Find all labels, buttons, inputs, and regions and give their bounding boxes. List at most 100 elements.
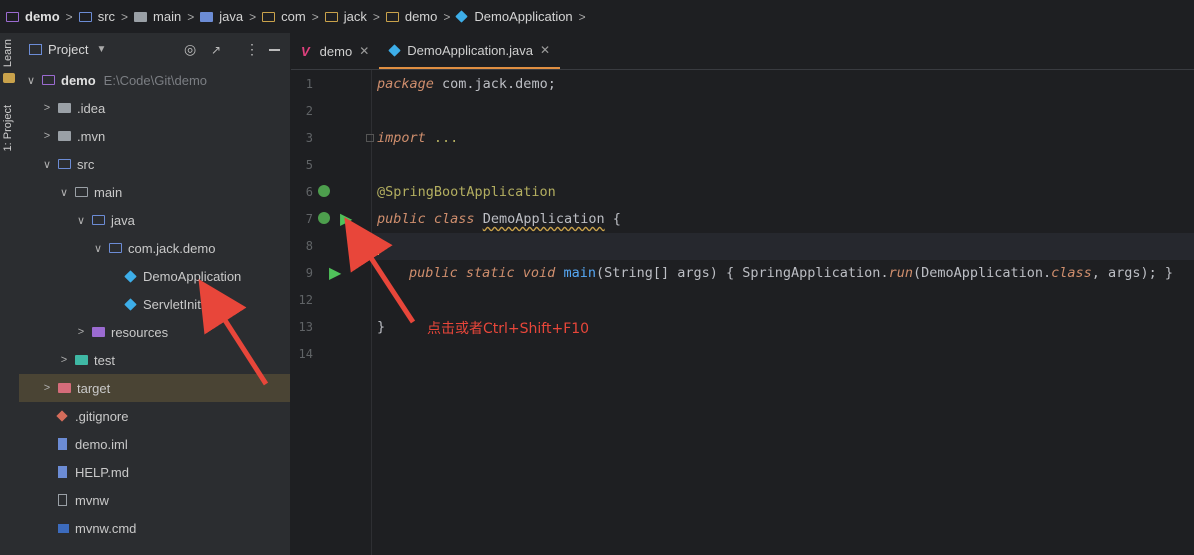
folder-icon <box>75 187 88 197</box>
tree-item-help-md[interactable]: HELP.md <box>19 458 290 486</box>
code-line-3: import ... <box>377 130 459 146</box>
breadcrumb-item-com[interactable]: com <box>262 9 306 24</box>
chevron-right-icon[interactable]: > <box>40 102 54 114</box>
tool-window-strip: Learn 1: Project <box>0 33 20 555</box>
chevron-right-icon: > <box>65 9 73 24</box>
tree-item-demo-iml[interactable]: demo.iml <box>19 430 290 458</box>
chevron-right-icon: > <box>121 9 129 24</box>
chevron-right-icon[interactable]: > <box>74 326 88 338</box>
tree-item-test[interactable]: > test <box>19 346 290 374</box>
tree-item-gitignore[interactable]: .gitignore <box>19 402 290 430</box>
chevron-down-icon[interactable]: ▼ <box>96 44 106 55</box>
editor-gutter: 1 2 3 5 6 7 8 9 12 13 14 ▶ ▶ <box>291 70 374 555</box>
close-icon[interactable]: ✕ <box>540 43 550 57</box>
tree-item-mvn[interactable]: > .mvn <box>19 122 290 150</box>
code-line-8 <box>377 233 379 260</box>
spring-bean-icon[interactable] <box>318 212 330 224</box>
breadcrumb-item-java[interactable]: java <box>200 9 243 24</box>
tab-demo[interactable]: V demo ✕ <box>291 33 379 69</box>
chevron-right-icon: > <box>443 9 451 24</box>
project-panel: Project ▼ ◎ ↗ ⋮ ∨ demo E:\Code\Git\demo >.… <box>19 33 290 555</box>
package-icon <box>324 11 338 22</box>
tree-item-src[interactable]: ∨ src <box>19 150 290 178</box>
code-line-9: public static void main(String[] args) {… <box>409 265 1174 281</box>
breadcrumb-item-demo-package[interactable]: demo <box>385 9 437 24</box>
line-number: 6 <box>305 185 313 199</box>
breadcrumb-item-jack[interactable]: jack <box>324 9 367 24</box>
chevron-right-icon: > <box>578 9 586 24</box>
tree-item-mvnw[interactable]: mvnw <box>19 486 290 514</box>
test-folder-icon <box>75 355 88 365</box>
package-icon <box>262 11 276 22</box>
project-view-icon <box>29 44 42 55</box>
iml-file-icon <box>58 438 67 450</box>
line-number: 9 <box>305 266 313 280</box>
tree-item-main[interactable]: ∨ main <box>19 178 290 206</box>
run-main-gutter-icon[interactable]: ▶ <box>329 263 341 283</box>
module-folder-icon <box>6 11 19 22</box>
tree-item-servletinitializer[interactable]: ServletInitializer <box>19 290 290 318</box>
project-view-selector[interactable]: Project <box>48 42 88 57</box>
chevron-right-icon: > <box>249 9 257 24</box>
package-icon <box>109 243 122 253</box>
folder-icon <box>58 131 71 141</box>
tree-item-java[interactable]: ∨ java <box>19 206 290 234</box>
folder-icon <box>78 11 92 22</box>
line-number: 2 <box>305 104 313 118</box>
chevron-right-icon: > <box>187 9 195 24</box>
tree-item-demoapplication[interactable]: DemoApplication <box>19 262 290 290</box>
annotation-text: 点击或者Ctrl+Shift+F10 <box>427 321 590 337</box>
line-number: 3 <box>305 131 313 145</box>
package-icon <box>385 11 399 22</box>
tree-item-mvnw-cmd[interactable]: mvnw.cmd <box>19 514 290 542</box>
learn-tab[interactable]: Learn <box>2 39 14 67</box>
run-gutter-icon[interactable]: ▶ <box>340 209 352 229</box>
minimize-icon[interactable] <box>269 49 280 51</box>
tree-item-target[interactable]: > target <box>19 374 290 402</box>
module-folder-icon <box>42 75 55 85</box>
breadcrumb-item-demoapplication[interactable]: DemoApplication <box>455 9 573 24</box>
close-icon[interactable]: ✕ <box>359 44 369 58</box>
collapse-all-icon[interactable]: ↗ <box>211 43 221 57</box>
line-number: 1 <box>305 77 313 91</box>
excluded-folder-icon <box>58 383 71 393</box>
options-menu-icon[interactable]: ⋮ <box>245 41 259 58</box>
chevron-down-icon[interactable]: ∨ <box>40 158 54 171</box>
tree-item-com-jack-demo[interactable]: ∨ com.jack.demo <box>19 234 290 262</box>
chevron-right-icon[interactable]: > <box>57 354 71 366</box>
text-cursor <box>377 237 379 255</box>
chevron-down-icon[interactable]: ∨ <box>91 242 105 255</box>
tree-item-idea[interactable]: > .idea <box>19 94 290 122</box>
git-file-icon <box>56 410 68 422</box>
chevron-down-icon[interactable]: ∨ <box>74 214 88 227</box>
line-number: 13 <box>298 320 313 334</box>
learn-icon <box>3 73 15 83</box>
code-editor[interactable]: package com.jack.demo; import ... @Sprin… <box>377 70 1194 555</box>
tree-item-resources[interactable]: > resources <box>19 318 290 346</box>
project-panel-header: Project ▼ ◎ ↗ ⋮ <box>19 33 290 66</box>
line-number: 8 <box>305 239 313 253</box>
cmd-file-icon <box>58 523 69 533</box>
chevron-right-icon: > <box>372 9 380 24</box>
tree-item-demo[interactable]: ∨ demo E:\Code\Git\demo <box>19 66 290 94</box>
breadcrumb-item-src[interactable]: src <box>78 9 115 24</box>
source-root-icon <box>92 215 105 225</box>
code-line-6: @SpringBootApplication <box>377 184 556 200</box>
project-tab[interactable]: 1: Project <box>2 105 14 151</box>
chevron-down-icon[interactable]: ∨ <box>57 186 71 199</box>
breadcrumb-item-main[interactable]: main <box>134 9 181 24</box>
fold-icon[interactable] <box>366 134 374 142</box>
folder-icon <box>200 11 214 22</box>
locate-icon[interactable]: ◎ <box>184 41 196 58</box>
spring-boot-class-icon <box>124 269 137 283</box>
line-number: 5 <box>305 158 313 172</box>
chevron-right-icon[interactable]: > <box>40 382 54 394</box>
line-number: 12 <box>298 293 313 307</box>
spring-bean-icon[interactable] <box>318 185 330 197</box>
chevron-down-icon[interactable]: ∨ <box>24 74 38 87</box>
chevron-right-icon[interactable]: > <box>40 130 54 142</box>
code-line-7: public class DemoApplication { <box>377 211 621 227</box>
breadcrumb-item-demo[interactable]: demo <box>6 9 60 24</box>
tab-demoapplication-java[interactable]: DemoApplication.java ✕ <box>379 33 561 69</box>
maven-icon: V <box>301 43 310 59</box>
